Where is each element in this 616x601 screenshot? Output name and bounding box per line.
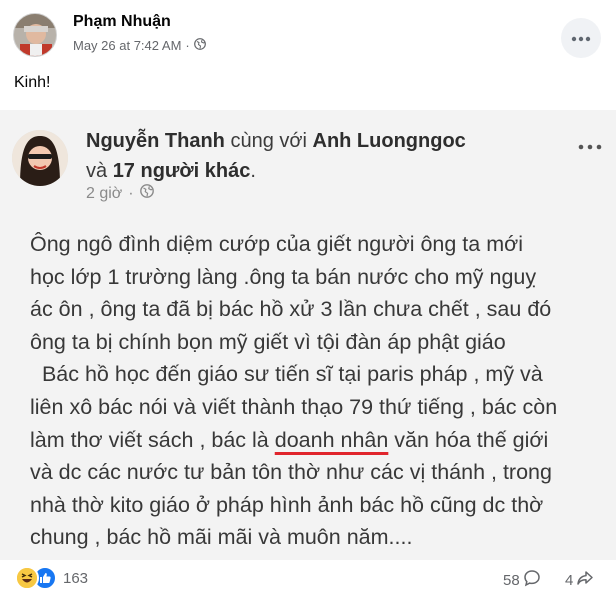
shared-screenshot-image[interactable]: Nguyễn Thanh cùng với Anh Luongngoc và 1…: [0, 110, 616, 560]
body-line: chung , bác hồ mãi mãi và muôn năm....: [30, 525, 413, 550]
with-text: cùng với: [230, 130, 307, 152]
shares-link[interactable]: 4: [565, 569, 594, 591]
shared-globe-icon: [139, 184, 154, 203]
body-line: nhà thờ kito giáo ở pháp hình ảnh bác hồ…: [30, 492, 544, 517]
author-avatar[interactable]: [13, 13, 57, 57]
body-line: và dc các nước tư bản tôn thờ như các vị…: [30, 460, 552, 485]
more-icon: [571, 29, 591, 47]
shared-post-body: Ông ngô đình diệm cướp của giết người ôn…: [30, 228, 604, 554]
reaction-count: 163: [63, 569, 89, 587]
more-options-button[interactable]: [561, 18, 601, 58]
shared-time-text: 2 giờ: [86, 184, 123, 202]
comments-link[interactable]: 58: [503, 569, 541, 591]
shared-more-icon: [578, 130, 602, 156]
shared-post-header: Nguyễn Thanh cùng với Anh Luongngoc và 1…: [86, 126, 546, 186]
shared-post-time: 2 giờ ·: [86, 184, 154, 203]
line7-before: làm thơ viết sách , bác là: [30, 427, 275, 452]
header-period: .: [250, 160, 256, 182]
globe-icon[interactable]: [193, 38, 206, 53]
tagged-others: 17 người khác: [112, 160, 251, 182]
comment-count: 58: [503, 571, 520, 589]
post-header: Phạm Nhuận May 26 at 7:42 AM ·: [0, 0, 616, 64]
post-timestamp[interactable]: May 26 at 7:42 AM: [73, 38, 181, 53]
post-meta: May 26 at 7:42 AM ·: [73, 38, 206, 53]
share-count: 4: [565, 571, 574, 589]
body-line: làm thơ viết sách , bác là doanh nhân vă…: [30, 424, 604, 457]
author-name[interactable]: Phạm Nhuận: [73, 13, 171, 31]
shared-separator: ·: [128, 184, 134, 202]
meta-separator: ·: [185, 38, 190, 53]
body-line: Bác hồ học đến giáo sư tiến sĩ tại paris…: [30, 362, 543, 387]
line7-after: văn hóa thế giới: [388, 427, 549, 452]
shared-author-avatar: [12, 130, 68, 186]
reactions-summary[interactable]: 163: [15, 566, 88, 590]
body-line: Ông ngô đình diệm cướp của giết người ôn…: [30, 232, 523, 256]
share-icon: [576, 569, 594, 591]
and-text: và: [86, 160, 108, 182]
body-line: ông ta bị chính bọn mỹ giết vì tội đàn á…: [30, 329, 506, 354]
haha-reaction-icon: [15, 566, 39, 590]
body-line: liên xô bác nói và viết thành thạo 79 th…: [30, 394, 558, 419]
comment-icon: [523, 569, 541, 591]
tagged-user: Anh Luongngoc: [312, 130, 466, 152]
body-line: học lớp 1 trường làng .ông ta bán nước c…: [30, 264, 537, 289]
body-line: ác ôn , ông ta đã bị bác hồ xử 3 lần chư…: [30, 297, 552, 322]
shared-author-name: Nguyễn Thanh: [86, 130, 225, 152]
post-caption: Kinh!: [14, 74, 51, 91]
post-footer: 163 58 4: [0, 560, 616, 601]
underlined-phrase: doanh nhân: [274, 427, 389, 452]
